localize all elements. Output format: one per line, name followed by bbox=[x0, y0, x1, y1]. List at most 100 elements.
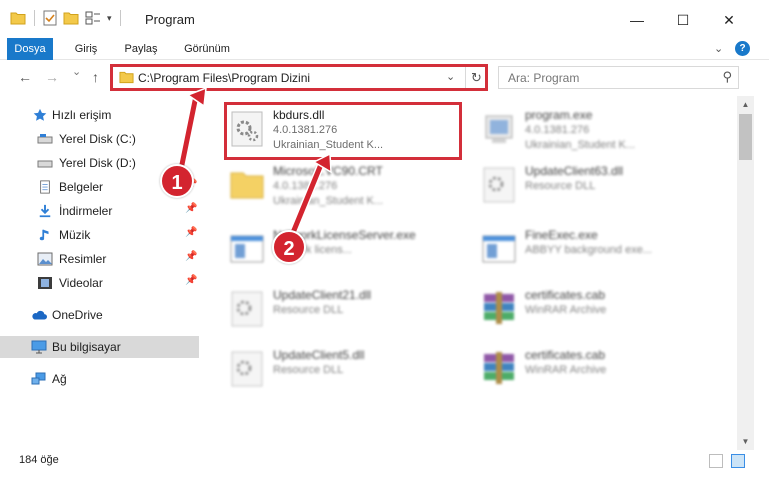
step-badge-2: 2 bbox=[272, 230, 306, 264]
file-item-fineexec-exe[interactable]: FineExec.exe ABBYY background exe... bbox=[480, 222, 710, 278]
file-description: Resource DLL bbox=[273, 304, 344, 316]
sidebar-item-label: OneDrive bbox=[52, 308, 103, 322]
file-description: WinRAR Archive bbox=[525, 304, 607, 316]
sidebar-item-downloads[interactable]: İndirmeler 📌 bbox=[0, 200, 199, 222]
tab-share[interactable]: Paylaş bbox=[117, 38, 165, 60]
sidebar-item-onedrive[interactable]: OneDrive bbox=[0, 304, 199, 326]
file-name: certificates.cab bbox=[525, 288, 606, 302]
file-item-updateclient63-dll[interactable]: UpdateClient63.dll Resource DLL bbox=[480, 158, 710, 214]
folder-icon bbox=[10, 12, 26, 25]
sidebar-item-quick-access[interactable]: Hızlı erişim bbox=[0, 104, 199, 126]
pin-icon[interactable]: 📌 bbox=[185, 227, 197, 238]
dll-gear-icon bbox=[231, 351, 263, 387]
sidebar-item-local-disk-c[interactable]: Yerel Disk (C:) bbox=[0, 128, 199, 150]
pictures-icon bbox=[37, 252, 53, 266]
details-view-icon[interactable] bbox=[709, 454, 723, 468]
music-icon bbox=[39, 229, 49, 241]
file-description: Ukrainian_Student K... bbox=[525, 139, 636, 151]
dll-gear-icon bbox=[231, 291, 263, 327]
file-name: program.exe bbox=[525, 108, 593, 122]
ribbon-tabs: Dosya Giriş Paylaş Görünüm ⌄ ? bbox=[0, 38, 769, 60]
exe-icon bbox=[485, 115, 513, 143]
file-description: WinRAR Archive bbox=[525, 364, 607, 376]
search-input[interactable]: Ara: Program ⚲ bbox=[498, 66, 739, 89]
file-description: Resource DLL bbox=[525, 180, 596, 192]
sidebar-item-videos[interactable]: Videolar 📌 bbox=[0, 272, 199, 294]
step-badge-1: 1 bbox=[160, 164, 194, 198]
download-icon bbox=[39, 204, 51, 218]
sidebar-item-label: Resimler bbox=[59, 252, 107, 266]
documents-icon bbox=[40, 180, 50, 194]
new-folder-icon[interactable] bbox=[63, 11, 79, 25]
vertical-scrollbar[interactable]: ▲ ▼ bbox=[737, 96, 754, 450]
item-count: 184 öğe bbox=[19, 454, 59, 466]
title-bar: ▾ Program — ☐ ✕ bbox=[0, 0, 769, 38]
search-placeholder: Ara: Program bbox=[508, 71, 580, 85]
videos-icon bbox=[38, 277, 52, 289]
pin-icon[interactable]: 📌 bbox=[185, 275, 197, 286]
exe-window-icon bbox=[230, 235, 264, 263]
scroll-down-icon[interactable]: ▼ bbox=[737, 433, 754, 450]
drive-icon bbox=[37, 160, 53, 168]
file-item-networklicenseserver-exe[interactable]: NetworkLicenseServer.exe network licens.… bbox=[228, 222, 458, 278]
large-icons-view-icon[interactable] bbox=[731, 454, 745, 468]
file-item-updateclient5-dll[interactable]: UpdateClient5.dll Resource DLL bbox=[228, 342, 458, 398]
sidebar-item-label: Bu bilgisayar bbox=[52, 340, 121, 354]
tab-view[interactable]: Görünüm bbox=[176, 38, 238, 60]
sidebar-item-label: Müzik bbox=[59, 228, 91, 242]
chevron-down-icon[interactable]: ▾ bbox=[107, 13, 112, 24]
quick-access-toolbar: ▾ bbox=[10, 10, 123, 26]
view-options-icon[interactable] bbox=[85, 11, 101, 25]
help-button[interactable]: ? bbox=[735, 41, 750, 56]
properties-icon[interactable] bbox=[43, 10, 57, 26]
status-bar: 184 öğe bbox=[0, 450, 769, 472]
pin-icon[interactable]: 📌 bbox=[185, 203, 197, 214]
star-icon bbox=[33, 108, 47, 121]
back-button[interactable]: ← bbox=[18, 69, 32, 85]
close-button[interactable]: ✕ bbox=[706, 6, 752, 34]
sidebar-item-this-pc[interactable]: Bu bilgisayar bbox=[0, 336, 199, 358]
cloud-icon bbox=[32, 310, 47, 320]
file-name: certificates.cab bbox=[525, 348, 606, 362]
tab-home[interactable]: Giriş bbox=[63, 38, 109, 60]
file-version: 4.0.1381.276 bbox=[525, 124, 590, 136]
sidebar-item-label: İndirmeler bbox=[59, 204, 113, 218]
sidebar-item-label: Yerel Disk (C:) bbox=[59, 132, 136, 146]
file-item-program-exe[interactable]: program.exe 4.0.1381.276 Ukrainian_Stude… bbox=[480, 102, 710, 158]
file-item-updateclient21-dll[interactable]: UpdateClient21.dll Resource DLL bbox=[228, 282, 458, 338]
minimize-button[interactable]: — bbox=[614, 6, 660, 34]
file-name: UpdateClient21.dll bbox=[273, 288, 372, 302]
winrar-icon bbox=[484, 352, 514, 384]
file-name: UpdateClient63.dll bbox=[525, 164, 624, 178]
dll-gear-icon bbox=[483, 167, 515, 203]
file-description: Resource DLL bbox=[273, 364, 344, 376]
pin-icon[interactable]: 📌 bbox=[185, 251, 197, 262]
toolbar-separator bbox=[119, 10, 121, 26]
network-icon bbox=[31, 372, 46, 385]
exe-window-icon bbox=[482, 235, 516, 263]
scroll-up-icon[interactable]: ▲ bbox=[737, 96, 754, 113]
toolbar-separator bbox=[34, 10, 35, 26]
folder-icon bbox=[230, 172, 264, 199]
file-item-certificates-cab[interactable]: certificates.cab WinRAR Archive bbox=[480, 282, 710, 338]
up-button[interactable]: ↑ bbox=[92, 69, 99, 85]
sidebar-item-music[interactable]: Müzik 📌 bbox=[0, 224, 199, 246]
sidebar-item-label: Hızlı erişim bbox=[52, 108, 112, 122]
ribbon-expand-icon[interactable]: ⌄ bbox=[714, 42, 723, 55]
file-version: 4.0.1381.276 bbox=[273, 180, 338, 192]
maximize-button[interactable]: ☐ bbox=[660, 6, 706, 34]
file-description: ABBYY background exe... bbox=[525, 244, 652, 256]
file-highlight bbox=[224, 102, 462, 160]
tab-file[interactable]: Dosya bbox=[7, 38, 53, 60]
forward-button[interactable]: → bbox=[45, 69, 59, 85]
sidebar-item-label: Yerel Disk (D:) bbox=[59, 156, 136, 170]
sidebar-item-network[interactable]: Ağ bbox=[0, 368, 199, 390]
sidebar-item-pictures[interactable]: Resimler 📌 bbox=[0, 248, 199, 270]
file-item-certificates-cab-2[interactable]: certificates.cab WinRAR Archive bbox=[480, 342, 710, 398]
sidebar-item-label: Videolar bbox=[59, 276, 103, 290]
drive-icon bbox=[37, 134, 53, 144]
recent-locations-button[interactable]: ⌄ bbox=[72, 65, 81, 78]
search-icon[interactable]: ⚲ bbox=[722, 69, 732, 85]
scroll-thumb[interactable] bbox=[739, 114, 752, 160]
file-item-vc90-folder[interactable]: Microsoft.VC90.CRT 4.0.1381.276 Ukrainia… bbox=[228, 158, 458, 214]
